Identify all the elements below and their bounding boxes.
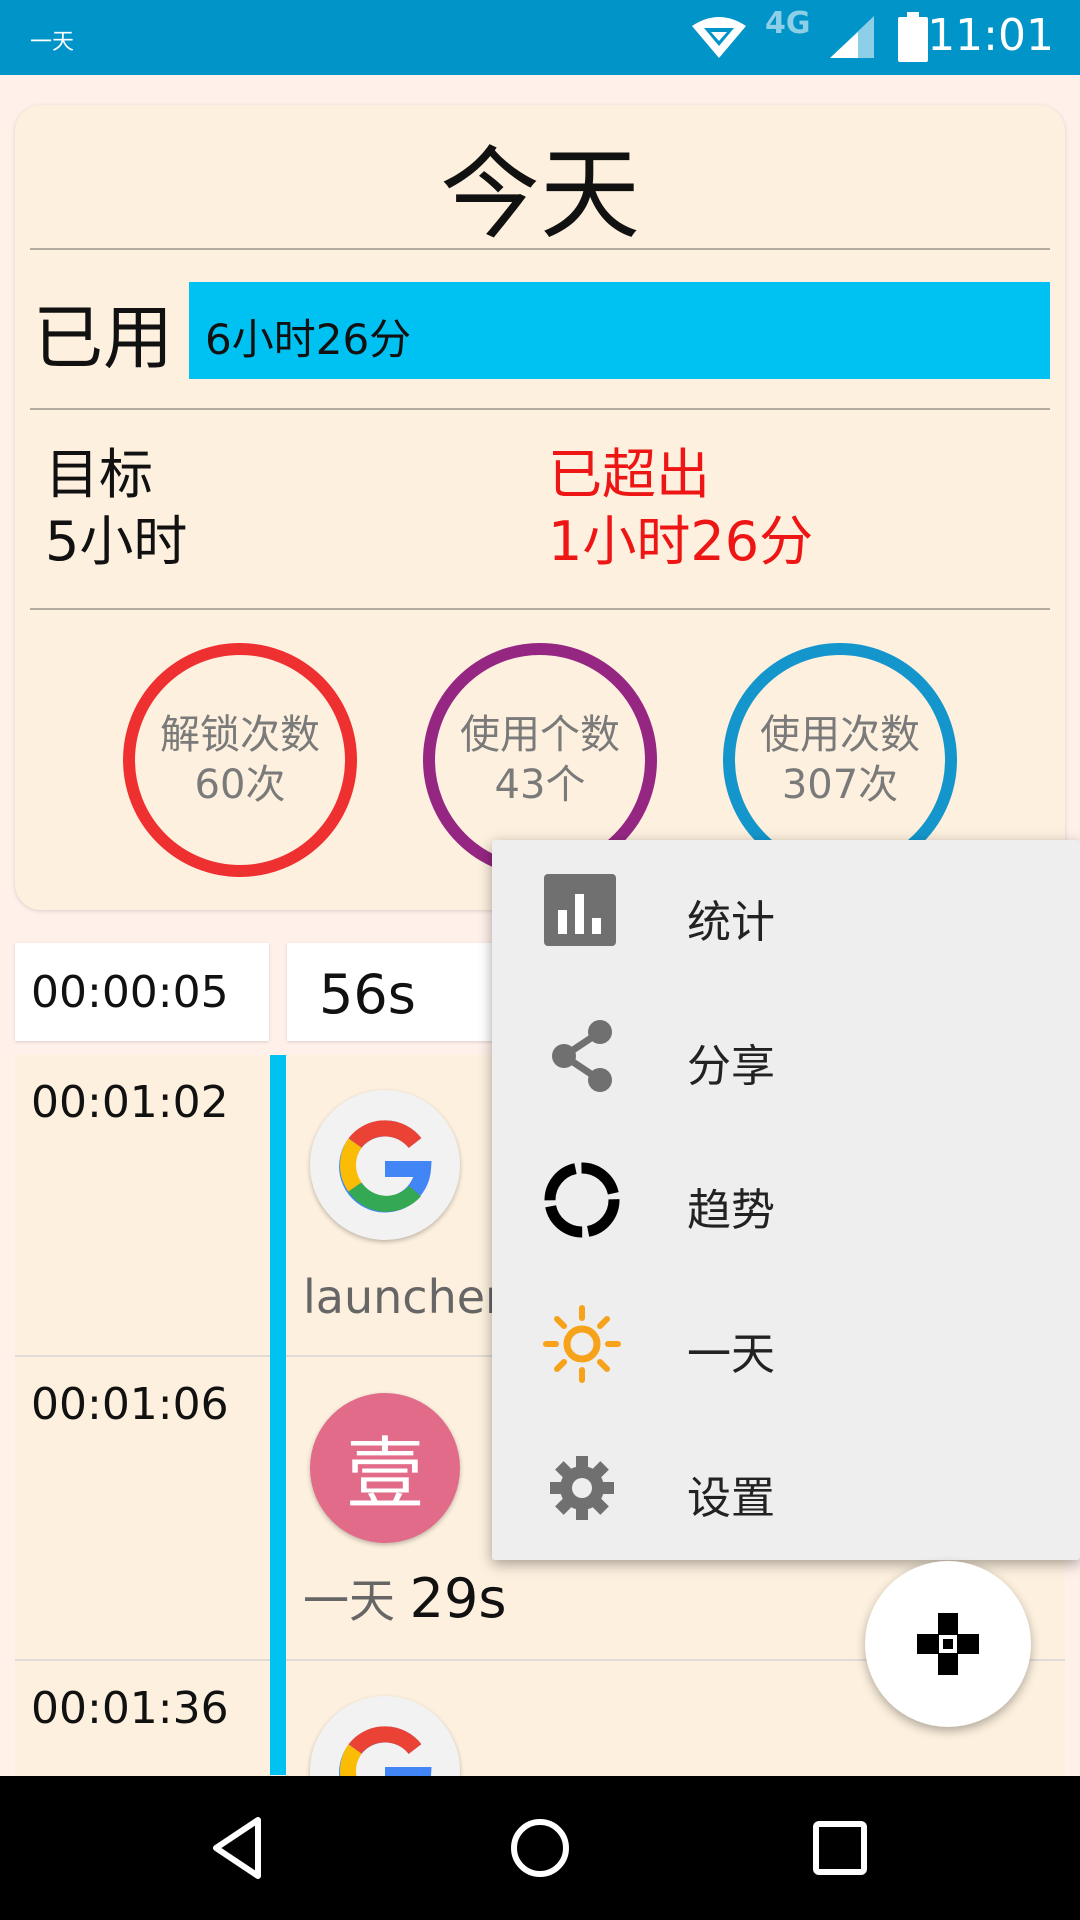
menu-label: 统计 <box>687 897 775 948</box>
menu-item-share[interactable]: 分享 <box>492 984 1080 1128</box>
network-type: 4G <box>765 6 811 41</box>
page-title: 今天 <box>440 136 640 253</box>
status-bar: 一天 4G 11:01 <box>0 0 1080 75</box>
bar-chart-icon <box>544 874 616 946</box>
menu-label: 一天 <box>687 1329 775 1380</box>
gamepad-icon <box>917 1613 979 1675</box>
fab-button[interactable] <box>865 1561 1031 1727</box>
timeline-bar <box>270 1055 286 1775</box>
trend-circle-icon <box>544 1162 620 1238</box>
app-duration: 29s <box>409 1567 507 1630</box>
app-name: launcher <box>303 1270 504 1324</box>
menu-label: 设置 <box>687 1473 775 1524</box>
stat-label: 解锁次数 <box>160 712 320 758</box>
divider <box>30 248 1050 250</box>
summary-card: 今天 已用 6小时26分 目标 5小时 已超出 1小时26分 解锁次数 60次 … <box>15 105 1065 910</box>
unlock-count-ring[interactable]: 解锁次数 60次 <box>123 643 357 877</box>
back-icon[interactable] <box>204 1812 276 1884</box>
status-time: 11:01 <box>927 10 1054 61</box>
home-icon[interactable] <box>504 1812 576 1884</box>
gear-icon <box>550 1456 614 1520</box>
used-bar: 6小时26分 <box>189 282 1050 379</box>
stat-value: 60次 <box>194 762 286 808</box>
app-name: 一天 <box>303 1574 395 1628</box>
menu-label: 趋势 <box>687 1185 775 1236</box>
menu-item-statistics[interactable]: 统计 <box>492 840 1080 984</box>
menu-item-trend[interactable]: 趋势 <box>492 1128 1080 1272</box>
wifi-icon <box>692 17 746 58</box>
app-name-line: 一天 29s <box>303 1565 506 1631</box>
used-label: 已用 <box>33 297 173 379</box>
stat-label: 使用个数 <box>460 712 620 758</box>
row-time: 00:01:36 <box>31 1683 229 1734</box>
navigation-bar <box>0 1776 1080 1920</box>
stat-value: 307次 <box>781 762 899 808</box>
over-value: 1小时26分 <box>548 510 814 573</box>
menu-label: 分享 <box>687 1041 775 1092</box>
menu-item-settings[interactable]: 设置 <box>492 1416 1080 1560</box>
overflow-menu: 统计 分享 趋势 一天 设置 <box>492 840 1080 1560</box>
signal-icon <box>830 16 874 58</box>
goal-value: 5小时 <box>45 510 188 573</box>
status-app-label: 一天 <box>30 30 75 55</box>
share-icon <box>552 1020 612 1092</box>
google-icon <box>310 1090 460 1240</box>
sun-icon <box>543 1305 621 1383</box>
used-value: 6小时26分 <box>205 315 412 364</box>
stat-label: 使用次数 <box>760 712 920 758</box>
row-time: 00:01:02 <box>31 1077 229 1128</box>
recents-icon[interactable] <box>804 1812 876 1884</box>
menu-item-day[interactable]: 一天 <box>492 1272 1080 1416</box>
divider <box>30 608 1050 610</box>
yi-app-icon: 壹 <box>310 1393 460 1543</box>
row-time: 00:01:06 <box>31 1379 229 1430</box>
divider <box>30 408 1050 410</box>
stat-value: 43个 <box>494 762 586 808</box>
battery-icon <box>898 12 928 62</box>
first-row-time: 00:00:05 <box>15 943 269 1041</box>
